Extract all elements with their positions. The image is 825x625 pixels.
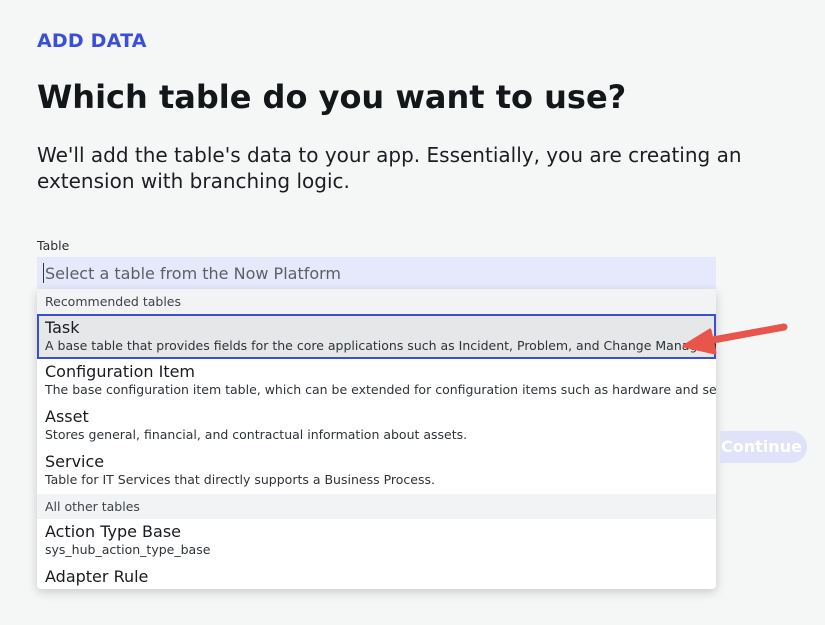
option-configuration-item[interactable]: Configuration Item The base configuratio… [37, 359, 716, 404]
option-service[interactable]: Service Table for IT Services that direc… [37, 449, 716, 494]
page-description: We'll add the table's data to your app. … [37, 143, 742, 193]
option-asset[interactable]: Asset Stores general, financial, and con… [37, 404, 716, 449]
continue-button-label: Continue [721, 437, 802, 456]
option-description: Stores general, financial, and contractu… [45, 427, 468, 442]
recommended-tables-header: Recommended tables [37, 289, 716, 314]
option-adapter-rule[interactable]: Adapter Rule [37, 564, 716, 589]
step-eyebrow: ADD DATA [37, 30, 147, 52]
option-action-type-base[interactable]: Action Type Base sys_hub_action_type_bas… [37, 519, 716, 564]
option-label: Asset [45, 407, 89, 426]
table-select-input[interactable] [37, 257, 716, 290]
page-title: Which table do you want to use? [37, 78, 627, 116]
option-description: Table for IT Services that directly supp… [45, 472, 435, 487]
arrow-left-icon [682, 323, 788, 355]
option-label: Configuration Item [45, 362, 196, 381]
table-dropdown-list[interactable]: Recommended tables Task A base table tha… [37, 289, 716, 589]
text-cursor [43, 263, 44, 283]
option-description: The base configuration item table, which… [45, 382, 716, 397]
continue-button[interactable]: Continue [720, 431, 807, 463]
option-label: Service [45, 452, 105, 471]
all-other-tables-header: All other tables [37, 494, 716, 519]
option-label: Action Type Base [45, 522, 181, 541]
option-description: sys_hub_action_type_base [45, 542, 211, 557]
option-label: Task [45, 318, 80, 337]
table-field-label: Table [37, 238, 70, 253]
option-description: A base table that provides fields for th… [45, 338, 716, 353]
option-label: Adapter Rule [45, 567, 149, 586]
option-task[interactable]: Task A base table that provides fields f… [37, 314, 716, 359]
